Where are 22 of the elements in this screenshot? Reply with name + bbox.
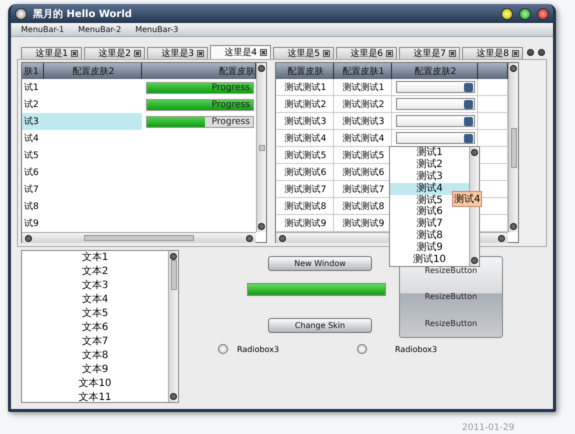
table-cell: 测试测试4 xyxy=(334,130,392,147)
table-cell: 测试测试1 xyxy=(334,79,392,96)
table-cell: 测试测试9 xyxy=(276,215,334,232)
table-cell: 测试测试6 xyxy=(276,164,334,181)
window-title: 黑月的 Hello World xyxy=(33,8,133,20)
table-cell: 测试测试2 xyxy=(276,96,334,113)
table-cell: 测试测试7 xyxy=(276,181,334,198)
progress-bar: Progress xyxy=(146,116,254,128)
table-cell: 测试测试4 xyxy=(276,130,334,147)
table-cell: 试3 xyxy=(22,113,44,130)
table-cell: 测试测试3 xyxy=(334,113,392,130)
table-cell: 测试测试5 xyxy=(276,147,334,164)
table-cell: 测试测试8 xyxy=(276,198,334,215)
radio-label: Radiobox3 xyxy=(395,344,438,354)
date-text: 2011-01-29 xyxy=(462,423,514,433)
table-cell: 测试测试3 xyxy=(276,113,334,130)
table-cell: 测试测试1 xyxy=(276,79,334,96)
progress-bar: Progress xyxy=(146,82,254,94)
table-cell: 测试测试2 xyxy=(334,96,392,113)
progress-bar: Progress xyxy=(146,98,254,110)
radio-label: Radiobox3 xyxy=(237,344,280,354)
tooltip: 测试4 xyxy=(452,191,482,207)
